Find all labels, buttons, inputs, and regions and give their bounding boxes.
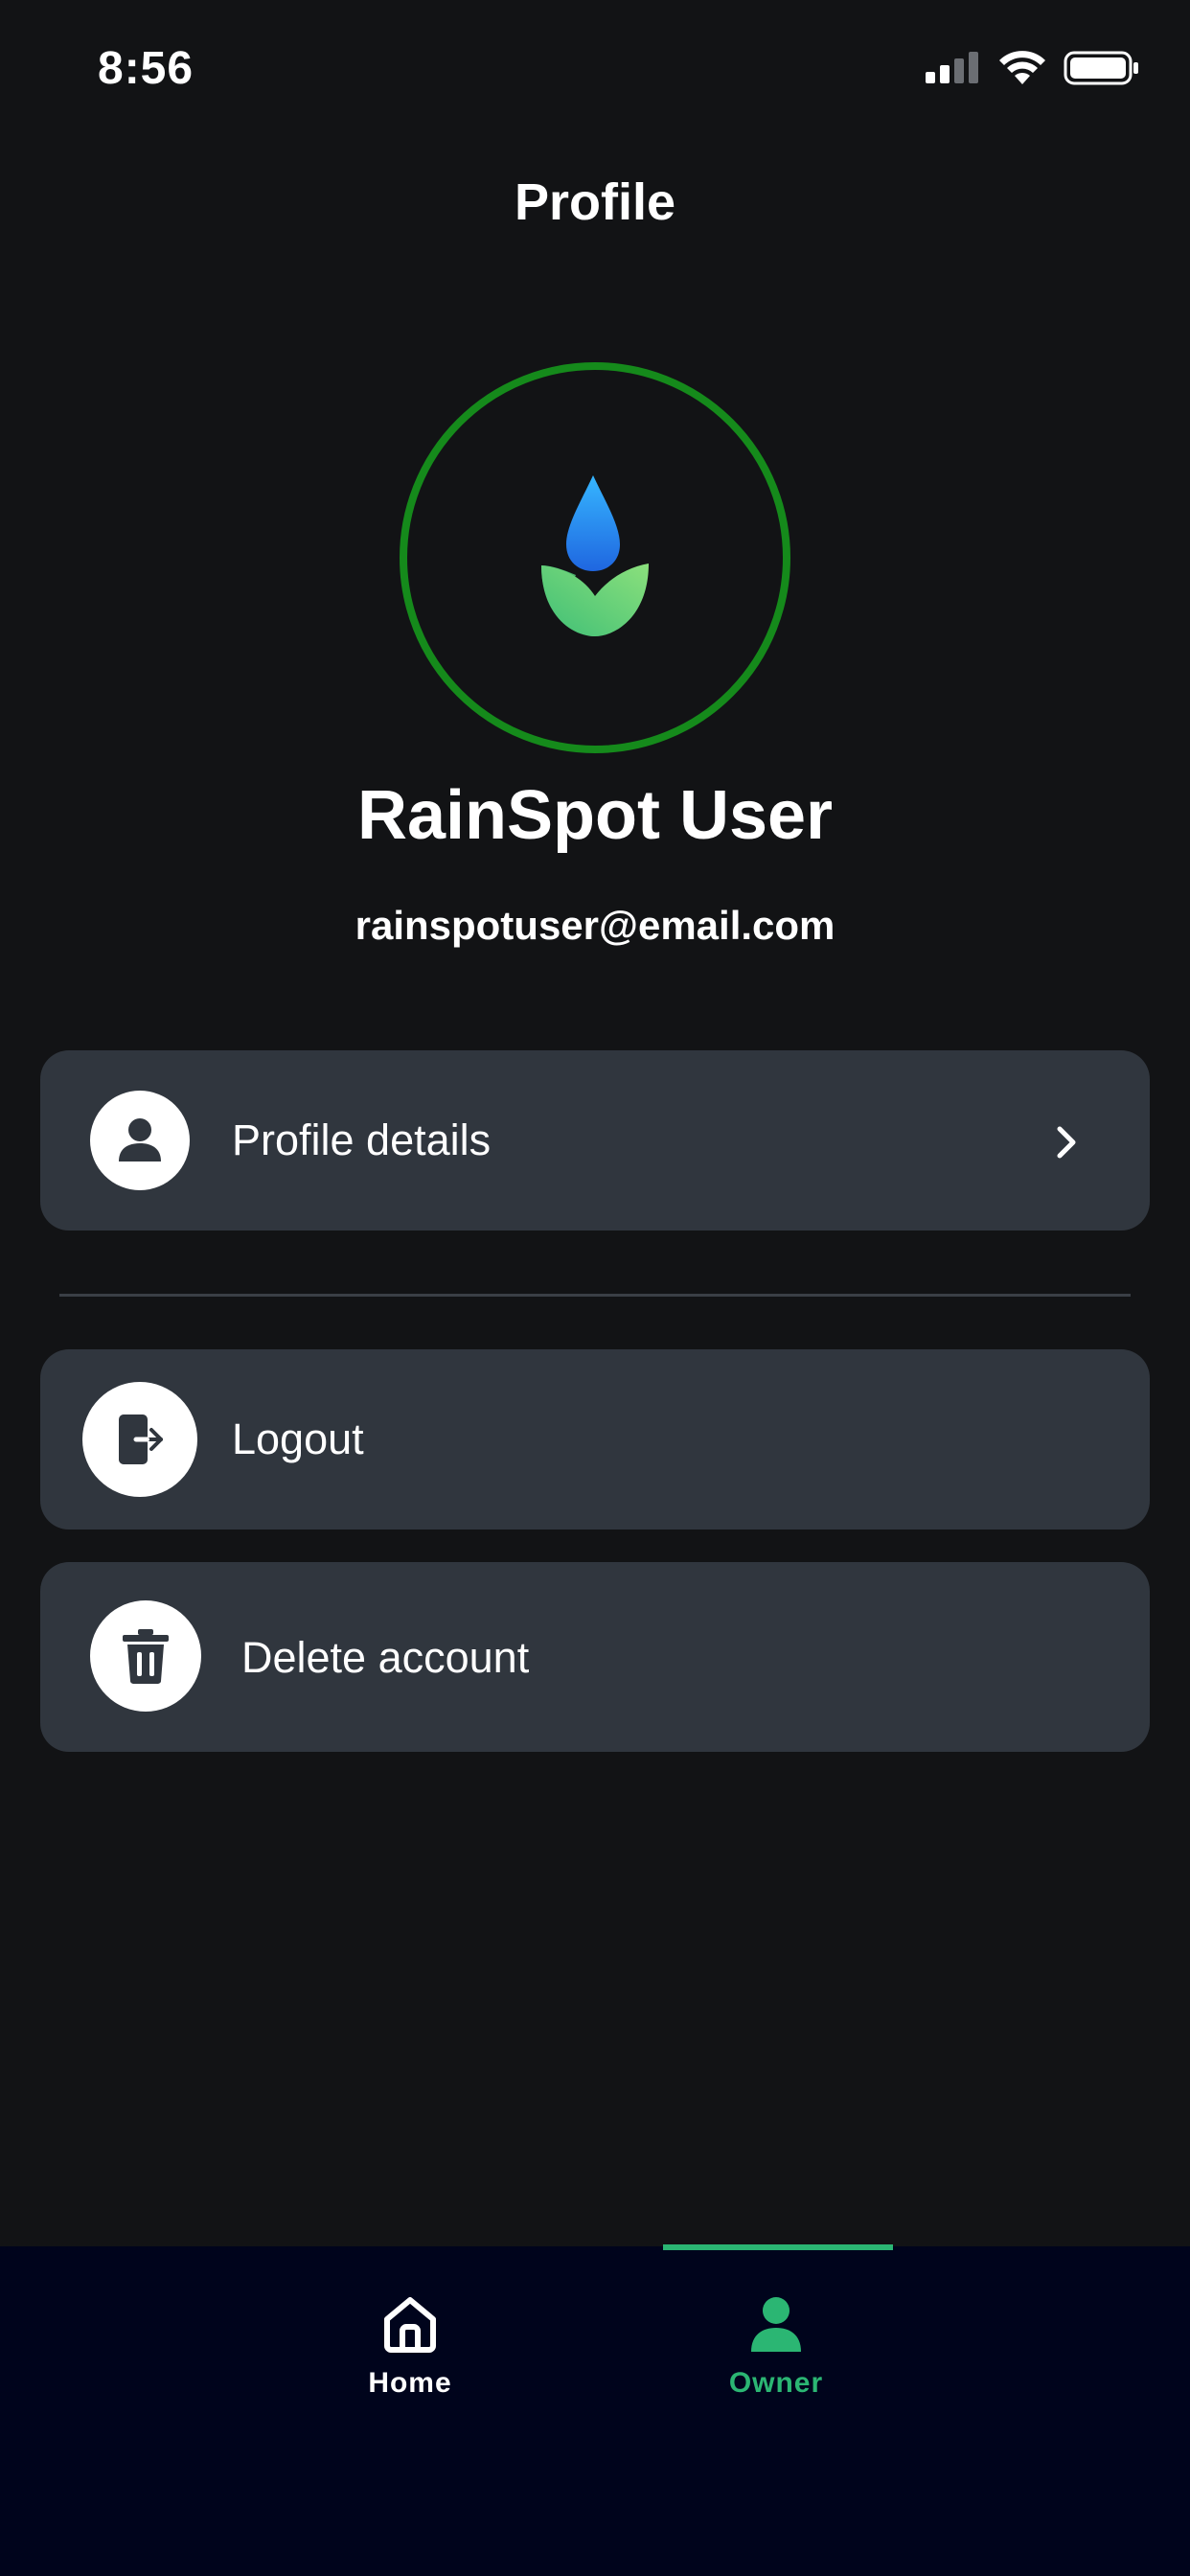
person-icon: [751, 2297, 801, 2352]
logout-icon: [82, 1382, 197, 1497]
battery-icon: [1064, 51, 1138, 85]
tab-owner[interactable]: Owner: [661, 2292, 891, 2400]
tab-owner-label: Owner: [728, 2367, 824, 2399]
chevron-right-icon: [1057, 1126, 1076, 1159]
trash-icon: [90, 1600, 201, 1712]
profile-details-button[interactable]: Profile details: [40, 1050, 1150, 1230]
user-email: rainspotuser@email.com: [355, 903, 835, 948]
profile-details-label: Profile details: [232, 1116, 492, 1164]
logout-label: Logout: [232, 1414, 364, 1463]
person-icon: [90, 1091, 190, 1190]
delete-account-label: Delete account: [241, 1633, 530, 1682]
status-time: 8:56: [98, 43, 195, 94]
rainspot-logo-icon: [541, 475, 649, 636]
divider: [59, 1294, 1131, 1297]
tab-home-label: Home: [368, 2367, 452, 2399]
tab-bar: [0, 2246, 1190, 2576]
user-name: RainSpot User: [356, 777, 834, 854]
home-icon: [384, 2297, 436, 2353]
tab-active-indicator: [663, 2244, 893, 2250]
status-icons: [924, 50, 1140, 86]
tab-home[interactable]: Home: [295, 2292, 525, 2400]
avatar: [400, 362, 790, 753]
signal-icon: [926, 52, 978, 83]
logout-button[interactable]: Logout: [40, 1349, 1150, 1530]
wifi-icon: [999, 51, 1045, 84]
delete-account-button[interactable]: Delete account: [40, 1562, 1150, 1752]
page-title: Profile: [514, 173, 676, 231]
